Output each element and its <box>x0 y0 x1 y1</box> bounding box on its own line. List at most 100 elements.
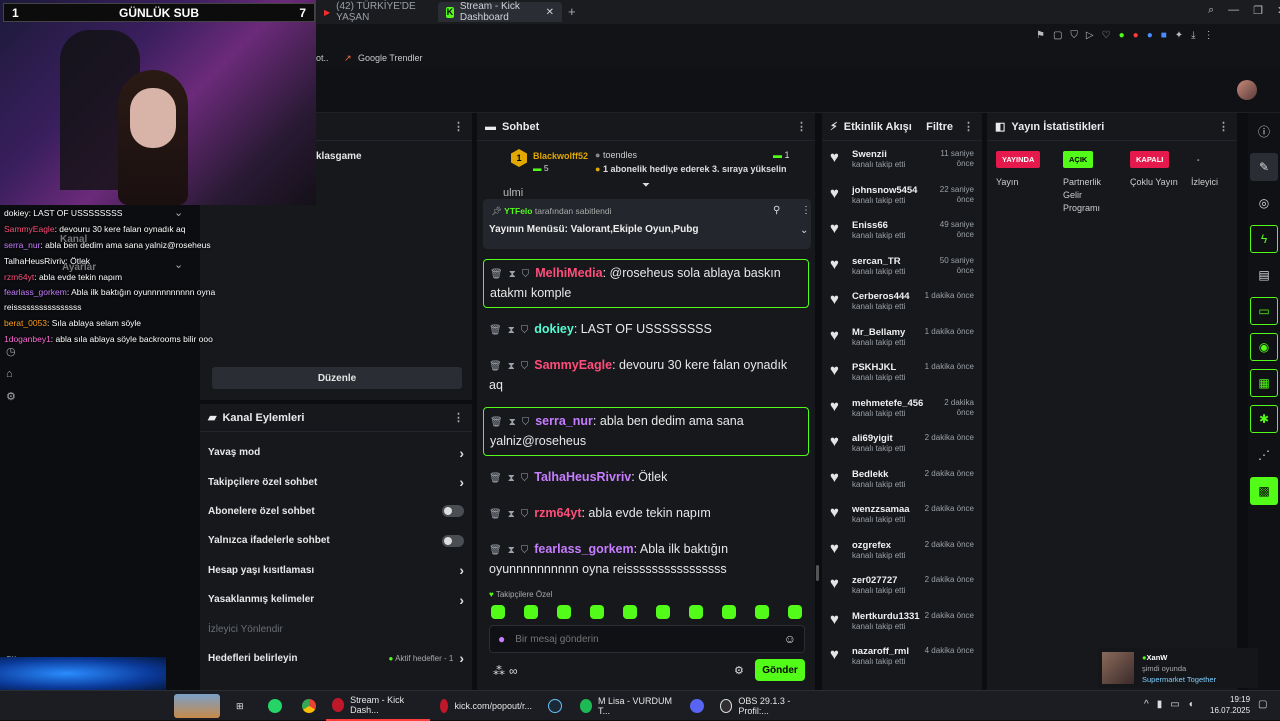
edit-button[interactable]: Düzenle <box>212 367 462 389</box>
wrench-icon[interactable]: ✱ <box>1250 405 1278 433</box>
chat-username[interactable]: fearlass_gorkem <box>534 542 633 556</box>
trash-icon[interactable]: 🗑︎ <box>489 545 502 556</box>
follower-name[interactable]: Mr_Bellamy <box>852 327 925 338</box>
trash-icon[interactable]: 🗑︎ <box>489 325 502 336</box>
bookmark-google-trends[interactable]: Google Trendler <box>358 53 423 63</box>
filter-button[interactable]: Filtre <box>926 121 953 133</box>
taskbar-app-stream[interactable]: Stream - Kick Dash... <box>326 691 430 721</box>
box-icon[interactable]: ■ <box>1161 30 1167 41</box>
minimize-icon[interactable]: — <box>1228 4 1239 17</box>
emote-icon[interactable] <box>590 605 604 619</box>
share-icon[interactable]: ⋰ <box>1250 441 1278 469</box>
follower-name[interactable]: johnsnow5454 <box>852 185 938 196</box>
notification-icon[interactable]: ▢ <box>1258 699 1267 710</box>
panel-menu-icon[interactable]: ⋮ <box>1218 120 1229 133</box>
timeout-icon[interactable]: ⧗ <box>508 361 515 372</box>
points-icon[interactable]: ⁂ <box>493 664 505 678</box>
emote-icon[interactable] <box>656 605 670 619</box>
clock-date[interactable]: 16.07.2025 <box>1210 705 1250 716</box>
trash-icon[interactable]: 🗑︎ <box>489 509 502 520</box>
pinned-menu-icon[interactable]: ⋮ <box>801 205 811 216</box>
follower-name[interactable]: nazaroff_rml <box>852 646 925 657</box>
chat-message[interactable]: 🗑︎ ⧗ ⛉ dokiey: LAST OF USSSSSSSS <box>483 316 809 344</box>
taskbar-app-obs[interactable]: OBS 29.1.3 - Profil:... <box>714 691 818 721</box>
taskbar-app-kick-popout[interactable]: kick.com/popout/r... <box>434 691 538 721</box>
clapperboard-icon[interactable]: ▩ <box>1250 477 1278 505</box>
send-button[interactable]: Gönder <box>755 659 805 681</box>
follower-name[interactable]: wenzzsamaa <box>852 504 925 515</box>
note-icon[interactable]: ▤ <box>1250 261 1278 289</box>
menu-kanal[interactable]: Kanal <box>60 232 87 248</box>
timeout-icon[interactable]: ⧗ <box>508 473 515 484</box>
subscribers-only-toggle[interactable] <box>442 505 464 518</box>
menu-icon[interactable]: ⋮ <box>1204 30 1214 41</box>
extension-icon[interactable]: ● <box>1119 30 1125 41</box>
chat-username[interactable]: rzm64yt <box>534 506 581 520</box>
chat-username[interactable]: MelhiMedia <box>535 266 602 280</box>
tag-icon[interactable]: ⌂ <box>6 368 16 380</box>
pin-icon[interactable]: ⚲ <box>773 205 780 216</box>
scrollbar-thumb[interactable] <box>816 565 819 581</box>
chat-message[interactable]: 🗑︎ ⧗ ⛉ MelhiMedia: @roseheus sola ablaya ba… <box>483 259 809 308</box>
layout-icon[interactable]: ▦ <box>1250 369 1278 397</box>
menu-ayarlar[interactable]: Ayarlar <box>62 260 96 276</box>
timeout-icon[interactable]: ⧗ <box>509 269 516 280</box>
follower-name[interactable]: sercan_TR <box>852 256 936 267</box>
search-icon[interactable]: ⌕ <box>1208 4 1214 17</box>
timeout-icon[interactable]: ⧗ <box>508 509 515 520</box>
translate-icon[interactable]: ● <box>1147 30 1153 41</box>
ban-icon[interactable]: ⛉ <box>521 325 529 336</box>
settings-icon[interactable]: ⚙ <box>6 390 16 403</box>
follower-name[interactable]: ozgrefex <box>852 540 925 551</box>
emote-icon[interactable] <box>491 605 505 619</box>
play-icon[interactable]: ▷ <box>1086 30 1094 41</box>
collapse-icon[interactable]: ⏷ <box>642 180 650 191</box>
info-icon[interactable]: ⓘ <box>1250 117 1278 145</box>
trash-icon[interactable]: 🗑︎ <box>490 417 503 428</box>
chat-settings-icon[interactable]: ⚙ <box>734 664 744 677</box>
ban-icon[interactable]: ⛉ <box>521 361 529 372</box>
top-gifter-2[interactable]: toendles <box>603 150 637 160</box>
emote-icon[interactable] <box>524 605 538 619</box>
chat-message[interactable]: 🗑︎ ⧗ ⛉ TalhaHeusRivriv: Ötlek <box>483 464 809 492</box>
broadcast-icon[interactable]: ◉ <box>1250 333 1278 361</box>
infinity-icon[interactable]: ∞ <box>509 664 518 678</box>
pinned-by-user[interactable]: YTFelo <box>504 206 532 216</box>
emote-icon[interactable] <box>623 605 637 619</box>
mic-icon[interactable]: ● <box>498 632 505 646</box>
timeout-icon[interactable]: ⧗ <box>508 325 515 336</box>
chat-username[interactable]: SammyEagle <box>534 358 612 372</box>
panel-menu-icon[interactable]: ⋮ <box>796 120 807 133</box>
bookmark-partial[interactable]: ot.. <box>316 53 329 63</box>
clock-time[interactable]: 19:19 <box>1210 694 1250 705</box>
timeout-icon[interactable]: ⧗ <box>509 417 516 428</box>
chat-message[interactable]: 🗑︎ ⧗ ⛉ rzm64yt: abla evde tekin napım <box>483 500 809 528</box>
discord-icon[interactable] <box>684 691 710 721</box>
volume-icon[interactable]: ◖ <box>1188 699 1194 710</box>
timeout-icon[interactable]: ⧗ <box>508 545 515 556</box>
game-notification[interactable]: ●XanW şimdi oyunda Supermarket Together <box>1098 648 1258 688</box>
panel-menu-icon[interactable]: ⋮ <box>453 120 464 133</box>
follower-name[interactable]: Cerberos444 <box>852 291 925 302</box>
follower-name[interactable]: Bedlekk <box>852 469 925 480</box>
banned-words-row[interactable]: Yasaklanmış kelimeler › <box>200 585 472 614</box>
network-icon[interactable]: ▭ <box>1170 699 1179 710</box>
heart-icon[interactable]: ♡ <box>1102 30 1111 41</box>
edit-icon[interactable]: ✎ <box>1250 153 1278 181</box>
screenshot-icon[interactable]: ▢ <box>1053 30 1062 41</box>
download-icon[interactable]: ⤓ <box>1191 30 1195 41</box>
follower-name[interactable]: Eniss66 <box>852 220 936 231</box>
close-tab-icon[interactable]: ✕ <box>546 7 554 18</box>
task-view-icon[interactable]: ⊞ <box>230 691 250 721</box>
chat-message[interactable]: 🗑︎ ⧗ ⛉ fearlass_gorkem: Abla ilk baktığın o… <box>483 536 809 579</box>
maximize-icon[interactable]: ❐ <box>1253 4 1263 17</box>
taskbar-app-spotify[interactable]: M Lisa - VURDUM T... <box>574 691 680 721</box>
follower-name[interactable]: PSKHJKL <box>852 362 925 373</box>
ban-icon[interactable]: ⛉ <box>522 269 530 280</box>
followers-only-row[interactable]: Takipçilere özel sohbet › <box>200 467 472 496</box>
emote-icon[interactable] <box>557 605 571 619</box>
bolt-icon[interactable]: ϟ <box>1250 225 1278 253</box>
panel-menu-icon[interactable]: ⋮ <box>963 120 974 133</box>
avatar[interactable] <box>1237 80 1257 100</box>
bookmark-icon[interactable]: ⚑ <box>1036 30 1045 41</box>
